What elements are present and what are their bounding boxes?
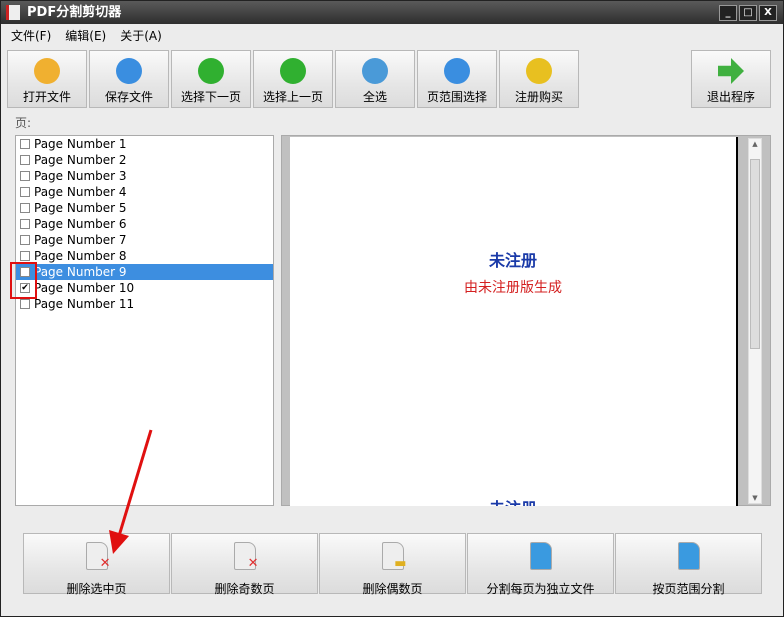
toolbar-button-0[interactable]: 打开文件 [7, 50, 87, 108]
app-window: PDF分割剪切器 _ □ X 文件(F) 编辑(E) 关于(A) 打开文件 保存文… [0, 0, 784, 617]
page-checkbox[interactable] [20, 187, 30, 197]
page-checkbox[interactable] [20, 251, 30, 261]
close-button[interactable]: X [759, 5, 777, 21]
toolbar-label: 保存文件 [104, 90, 153, 104]
menu-about[interactable]: 关于(A) [120, 25, 162, 47]
page-checkbox[interactable] [20, 171, 30, 181]
watermark-subtitle: 由未注册版生成 [464, 280, 562, 296]
toolbar-button-2[interactable]: 选择下一页 [171, 50, 251, 108]
pages-label: 页: [15, 116, 32, 130]
app-icon [6, 5, 20, 20]
delete-odd-icon: ✕ [233, 542, 259, 571]
page-list-item[interactable]: Page Number 3 [16, 168, 273, 184]
save-icon [116, 58, 142, 84]
delete-even-icon: ▬ [381, 542, 407, 571]
action-button-1[interactable]: ✕ 删除奇数页 [171, 533, 318, 596]
toolbar-label: 选择上一页 [262, 90, 323, 104]
preview-page: 未注册 由未注册版生成 未注册 [290, 137, 738, 506]
menu-file[interactable]: 文件(F) [11, 25, 51, 47]
split-page-icon [529, 542, 552, 570]
toolbar-label: 全选 [362, 90, 387, 104]
page-list-item[interactable]: Page Number 8 [16, 248, 273, 264]
page-list-item[interactable]: Page Number 2 [16, 152, 273, 168]
page-list-item[interactable]: Page Number 11 [16, 296, 273, 312]
page-label: Page Number 8 [34, 249, 127, 263]
toolbar-button-4[interactable]: 全选 [335, 50, 415, 108]
page-label: Page Number 10 [34, 281, 135, 295]
page-list-item[interactable]: Page Number 6 [16, 216, 273, 232]
page-checkbox[interactable] [20, 139, 30, 149]
page-label: Page Number 5 [34, 201, 127, 215]
toolbar-label: 页范围选择 [426, 90, 487, 104]
page-label: Page Number 9 [34, 265, 127, 279]
folder-icon [34, 58, 60, 84]
exit-arrow-icon [718, 58, 744, 84]
toolbar-button-5[interactable]: 页范围选择 [417, 50, 497, 108]
menu-bar: 文件(F) 编辑(E) 关于(A) [5, 25, 162, 47]
coin-icon [526, 58, 552, 84]
toolbar-button-1[interactable]: 保存文件 [89, 50, 169, 108]
page-list-item[interactable]: Page Number 7 [16, 232, 273, 248]
page-label: Page Number 6 [34, 217, 127, 231]
split-range-icon [677, 542, 700, 570]
action-label: 删除选中页 [66, 582, 127, 596]
action-button-3[interactable]: 分割每页为独立文件 [467, 533, 614, 596]
page-list-item[interactable]: ✔ Page Number 9 [16, 264, 273, 280]
toolbar-button-3[interactable]: 选择上一页 [253, 50, 333, 108]
page-checkbox[interactable] [20, 219, 30, 229]
action-button-2[interactable]: ▬ 删除偶数页 [319, 533, 466, 596]
toolbar-label: 选择下一页 [180, 90, 241, 104]
page-label: Page Number 11 [34, 297, 135, 311]
page-list-item[interactable]: Page Number 4 [16, 184, 273, 200]
up-arrow-icon [280, 58, 306, 84]
maximize-button[interactable]: □ [739, 5, 757, 21]
action-label: 删除奇数页 [214, 582, 275, 596]
watermark-title: 未注册 [488, 251, 537, 270]
page-checkbox[interactable] [20, 299, 30, 309]
table-icon [444, 58, 470, 84]
highlight-annotation [10, 262, 37, 299]
scroll-thumb[interactable] [750, 159, 760, 349]
page-list-item[interactable]: Page Number 5 [16, 200, 273, 216]
preview-scrollbar[interactable]: ▲ ▼ [748, 138, 762, 504]
page-label: Page Number 3 [34, 169, 127, 183]
page-checkbox[interactable] [20, 155, 30, 165]
action-label: 按页范围分割 [652, 582, 725, 596]
scroll-down-icon[interactable]: ▼ [749, 494, 761, 502]
arrow-annotation [109, 429, 153, 554]
toolbar-label: 打开文件 [22, 90, 71, 104]
minimize-button[interactable]: _ [719, 5, 737, 21]
down-arrow-icon [198, 58, 224, 84]
window-title: PDF分割剪切器 [27, 5, 122, 20]
page-label: Page Number 1 [34, 137, 127, 151]
exit-button[interactable]: 退出程序 [691, 50, 771, 108]
action-label: 删除偶数页 [362, 582, 423, 596]
action-label: 分割每页为独立文件 [486, 582, 595, 596]
page-label: Page Number 2 [34, 153, 127, 167]
page-label: Page Number 7 [34, 233, 127, 247]
page-list-item[interactable]: Page Number 1 [16, 136, 273, 152]
scroll-up-icon[interactable]: ▲ [749, 140, 761, 148]
action-button-4[interactable]: 按页范围分割 [615, 533, 762, 596]
page-preview: 未注册 由未注册版生成 未注册 ▲ ▼ [281, 135, 771, 506]
page-list-item[interactable]: ✔ Page Number 10 [16, 280, 273, 296]
menu-edit[interactable]: 编辑(E) [65, 25, 106, 47]
watermark-title-next: 未注册 [290, 495, 736, 506]
toolbar-button-6[interactable]: 注册购买 [499, 50, 579, 108]
title-bar: PDF分割剪切器 _ □ X [1, 1, 783, 24]
page-checkbox[interactable] [20, 235, 30, 245]
exit-label: 退出程序 [706, 90, 755, 104]
page-label: Page Number 4 [34, 185, 127, 199]
pages-icon [362, 58, 388, 84]
page-checkbox[interactable] [20, 203, 30, 213]
toolbar-label: 注册购买 [514, 90, 563, 104]
